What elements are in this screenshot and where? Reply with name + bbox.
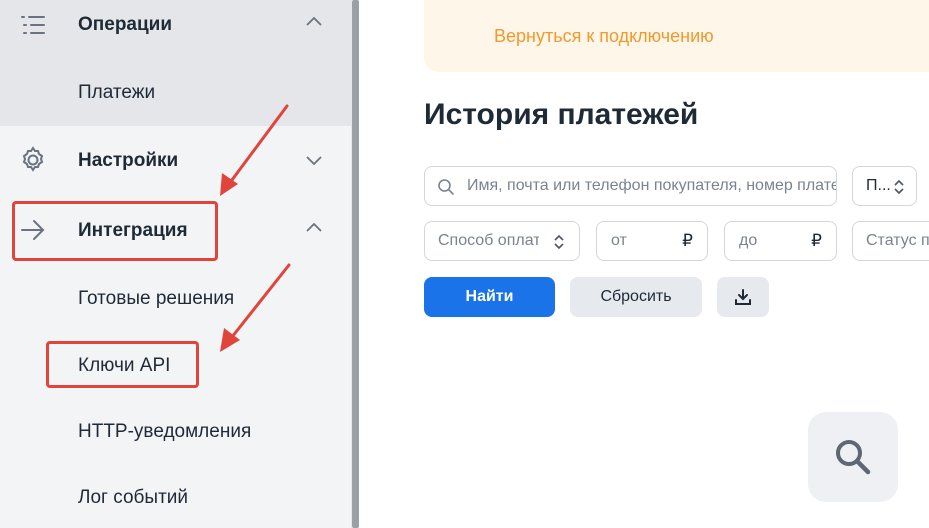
payment-status-select[interactable]: Статус платежа — [852, 221, 929, 261]
ruble-icon: ₽ — [682, 231, 693, 250]
chevron-down-icon[interactable] — [304, 150, 324, 170]
sidebar: Операции Платежи Настройки Интеграция Го… — [0, 0, 351, 528]
sidebar-item-label: Настройки — [78, 150, 179, 171]
connection-banner: Вернуться к подключению — [424, 0, 929, 72]
reset-button[interactable]: Сбросить — [570, 277, 702, 317]
payment-method-select[interactable]: Способ оплаты — [424, 221, 580, 261]
sidebar-item-label: Платежи — [78, 82, 156, 103]
page: Операции Платежи Настройки Интеграция Го… — [0, 0, 929, 528]
empty-state-icon-box — [808, 412, 898, 502]
sidebar-item-payments[interactable]: Платежи — [0, 58, 351, 126]
amount-to-input[interactable]: до ₽ — [724, 221, 837, 261]
sidebar-item-label: Готовые решения — [78, 288, 235, 309]
back-to-connection-link[interactable]: Вернуться к подключению — [494, 26, 714, 47]
download-button[interactable] — [717, 277, 769, 317]
amount-from-placeholder: от — [611, 232, 627, 249]
updown-chevron-icon — [894, 179, 904, 195]
sort-select[interactable]: П... — [852, 166, 917, 206]
search-icon — [836, 440, 871, 475]
sidebar-item-label: Операции — [78, 14, 173, 35]
main-content: Вернуться к подключению История платежей… — [362, 0, 929, 528]
amount-from-input[interactable]: от ₽ — [596, 221, 708, 261]
sidebar-item-label: HTTP-уведомления — [78, 421, 252, 442]
list-icon — [21, 16, 45, 34]
search-icon — [438, 179, 454, 195]
download-icon — [735, 289, 751, 305]
gear-icon — [22, 146, 44, 172]
ruble-icon: ₽ — [811, 231, 822, 250]
sidebar-item-label: Лог событий — [78, 487, 188, 508]
sort-value: П... — [866, 177, 891, 194]
chevron-up-icon[interactable] — [304, 218, 324, 238]
updown-chevron-icon — [554, 234, 564, 250]
page-title: История платежей — [424, 98, 699, 131]
payment-status-placeholder: Статус платежа — [866, 232, 929, 249]
find-button[interactable]: Найти — [424, 277, 555, 317]
annotation-box-api-keys — [46, 341, 199, 388]
search-placeholder: Имя, почта или телефон покупателя, номер… — [467, 177, 837, 194]
sidebar-scrollbar-thumb[interactable] — [352, 0, 359, 528]
amount-to-placeholder: до — [739, 232, 758, 249]
search-input[interactable]: Имя, почта или телефон покупателя, номер… — [424, 166, 837, 206]
sidebar-item-event-log[interactable]: Лог событий — [0, 464, 351, 528]
sidebar-item-operations[interactable]: Операции — [0, 0, 351, 58]
payment-method-placeholder: Способ оплаты — [438, 232, 553, 249]
chevron-up-icon[interactable] — [304, 12, 324, 32]
sidebar-item-settings[interactable]: Настройки — [0, 126, 351, 194]
sidebar-item-http-notifications[interactable]: HTTP-уведомления — [0, 398, 351, 464]
sidebar-item-ready-solutions[interactable]: Готовые решения — [0, 264, 351, 332]
annotation-box-integration — [12, 201, 218, 261]
